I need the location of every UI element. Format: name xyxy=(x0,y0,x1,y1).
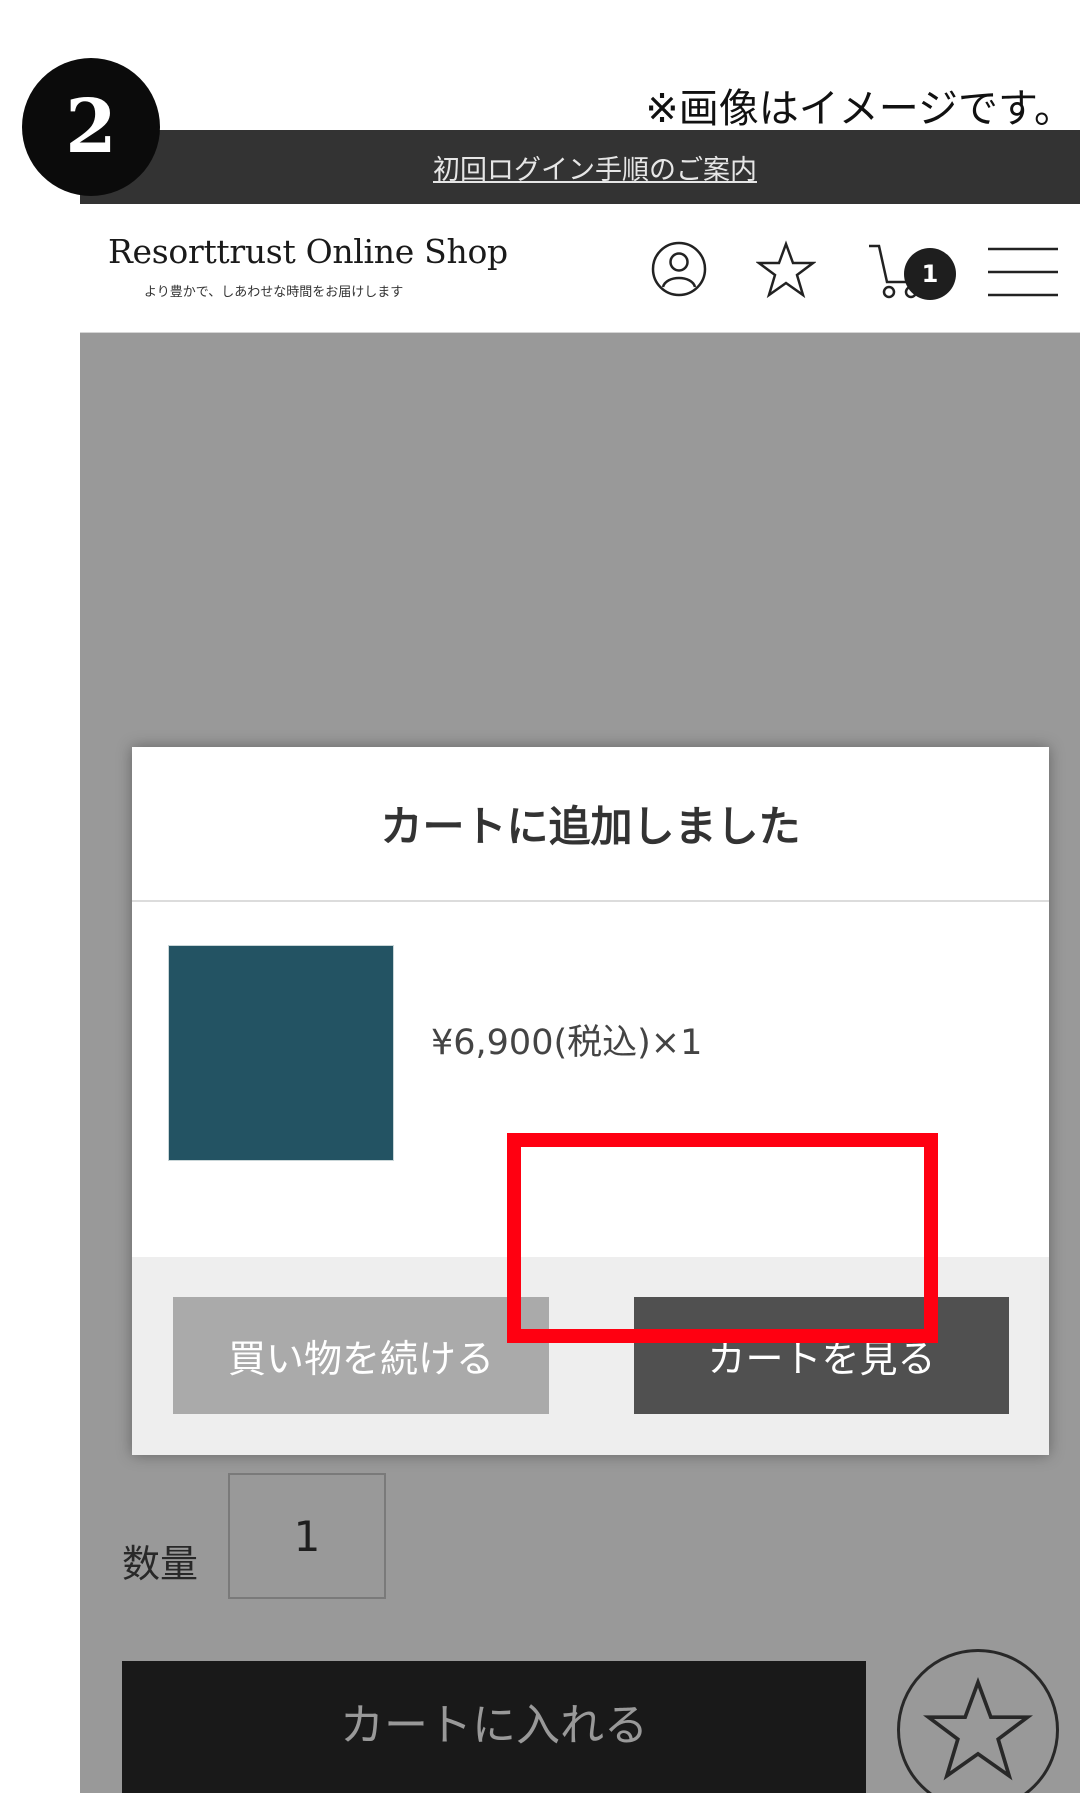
site-logo[interactable]: Resorttrust Online Shop より豊かで、しあわせな時間をお届… xyxy=(108,232,508,300)
hamburger-menu-icon[interactable] xyxy=(988,246,1058,302)
modal-title: カートに追加しました xyxy=(132,747,1049,902)
product-thumbnail xyxy=(168,945,394,1161)
user-icon[interactable] xyxy=(650,240,708,302)
step-number-badge: 2 xyxy=(22,58,160,196)
site-header: Resorttrust Online Shop より豊かで、しあわせな時間をお届… xyxy=(80,204,1080,334)
cart-count-badge: 1 xyxy=(904,248,956,300)
logo-subtitle: より豊かで、しあわせな時間をお届けします xyxy=(144,285,404,300)
highlight-annotation xyxy=(507,1133,938,1343)
star-icon[interactable] xyxy=(755,240,817,304)
step-number: 2 xyxy=(65,84,117,170)
product-price: ¥6,900(税込)×1 xyxy=(431,1023,703,1063)
logo-title: Resorttrust Online Shop xyxy=(108,232,508,271)
login-guide-link[interactable]: 初回ログイン手順のご案内 xyxy=(433,148,757,187)
phone-screen: 初回ログイン手順のご案内 Resorttrust Online Shop より豊… xyxy=(80,130,1080,1793)
image-disclaimer: ※画像はイメージです。 xyxy=(645,86,1074,132)
continue-shopping-button[interactable]: 買い物を続ける xyxy=(173,1297,549,1414)
cart-added-modal: カートに追加しました ¥6,900(税込)×1 買い物を続ける カートを見る xyxy=(132,747,1049,1455)
login-guide-bar: 初回ログイン手順のご案内 xyxy=(80,130,1080,204)
